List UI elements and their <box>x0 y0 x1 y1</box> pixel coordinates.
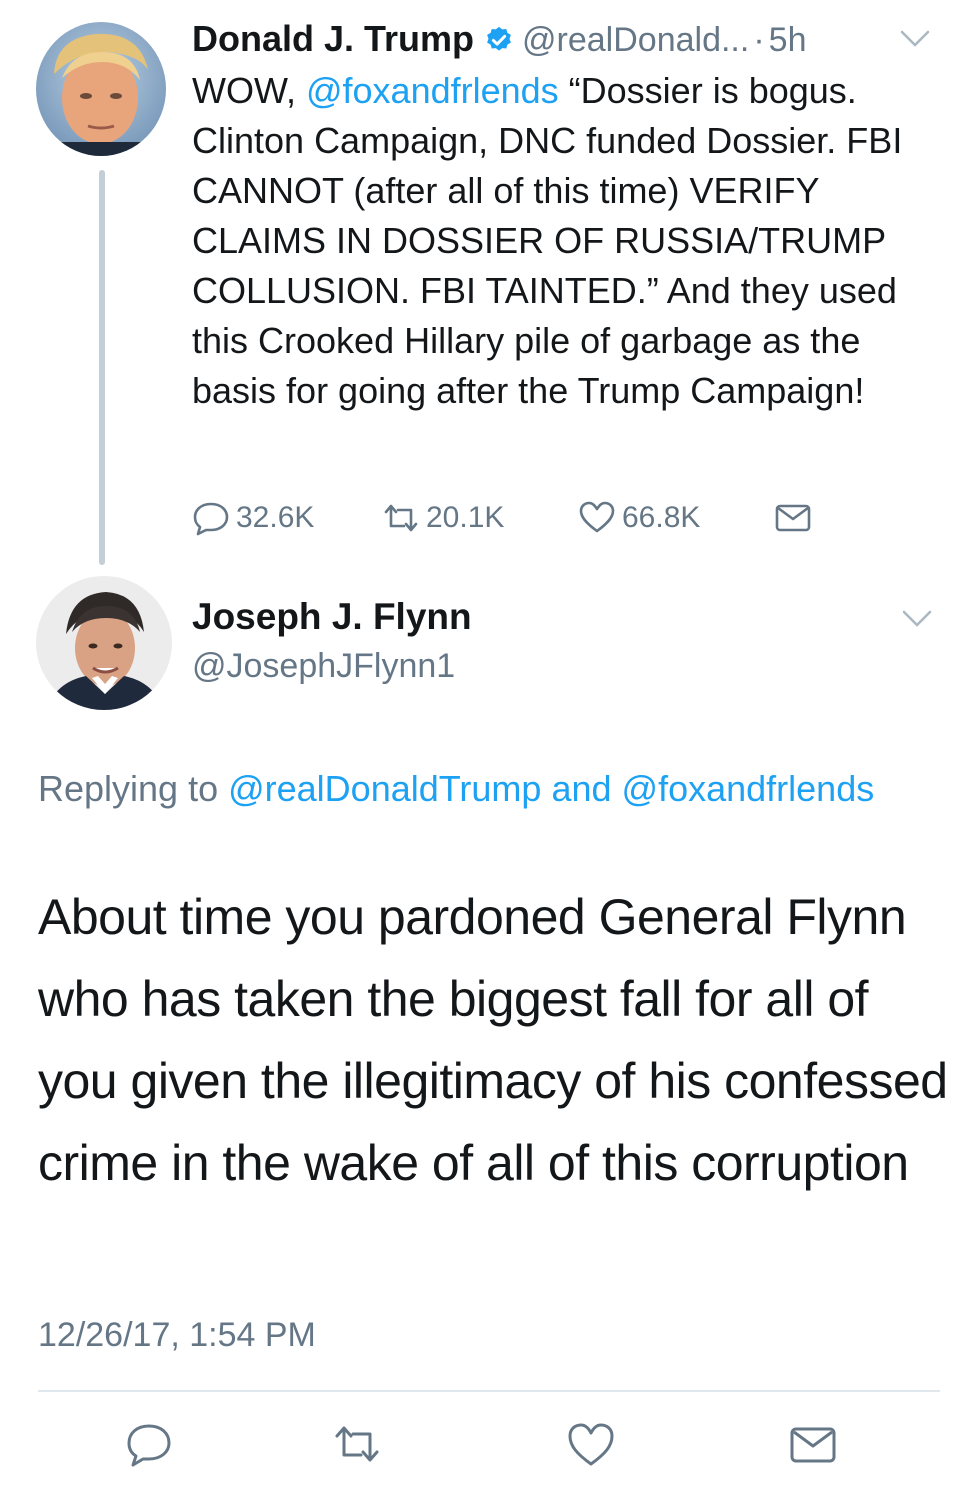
reply-timestamp[interactable]: 12/26/17, 1:54 PM <box>38 1316 316 1355</box>
retweet-count: 20.1K <box>426 501 505 534</box>
replying-mention-2[interactable]: @foxandfrlends <box>622 768 875 809</box>
parent-author-handle[interactable]: @realDonald... <box>522 21 749 60</box>
reply-icon[interactable] <box>124 1420 174 1470</box>
heart-icon[interactable] <box>566 1420 616 1470</box>
replying-mention-1[interactable]: @realDonaldTrump <box>228 768 541 809</box>
replying-to-line: Replying to @realDonaldTrump and @foxand… <box>38 762 938 816</box>
parent-tweet-header: Donald J. Trump @realDonald... · 5h <box>192 18 932 62</box>
text-body: “Dossier is bogus. Clinton Campaign, DNC… <box>192 70 903 411</box>
retweet-button[interactable]: 20.1K <box>382 498 504 538</box>
reply-icon <box>193 502 229 536</box>
reply-count: 32.6K <box>236 501 315 534</box>
reply-author-avatar[interactable] <box>36 576 172 710</box>
divider <box>38 1390 940 1392</box>
parent-tweet-text: WOW, @foxandfrlends “Dossier is bogus. C… <box>192 66 932 416</box>
thread-connector-line <box>99 170 105 565</box>
like-count: 66.8K <box>622 501 701 534</box>
text-prefix: WOW, <box>192 70 306 111</box>
reply-tweet-text: About time you pardoned General Flynn wh… <box>38 889 948 1191</box>
parent-author-avatar[interactable] <box>36 22 166 156</box>
chevron-down-icon[interactable] <box>898 28 932 50</box>
reply-author-handle[interactable]: @JosephJFlynn1 <box>192 647 455 686</box>
heart-icon <box>579 501 615 533</box>
envelope-icon <box>775 504 811 532</box>
parent-tweet-actions: 32.6K 20.1K 66.8K <box>192 498 852 538</box>
chevron-down-icon[interactable] <box>900 608 934 630</box>
replying-and[interactable]: and <box>541 768 621 809</box>
retweet-icon[interactable] <box>332 1420 382 1470</box>
replying-label: Replying to <box>38 768 229 809</box>
parent-tweet-time[interactable]: 5h <box>769 21 807 60</box>
parent-author-name[interactable]: Donald J. Trump <box>192 18 474 60</box>
verified-badge-icon <box>484 25 514 55</box>
header-separator: · <box>753 21 765 59</box>
like-button[interactable]: 66.8K <box>578 498 700 538</box>
envelope-icon[interactable] <box>788 1420 838 1470</box>
reply-button[interactable]: 32.6K <box>192 498 314 538</box>
mention-link[interactable]: @foxandfrlends <box>306 70 559 111</box>
reply-author-name[interactable]: Joseph J. Flynn <box>192 596 472 638</box>
retweet-icon <box>384 504 418 532</box>
dm-button[interactable] <box>774 498 812 538</box>
